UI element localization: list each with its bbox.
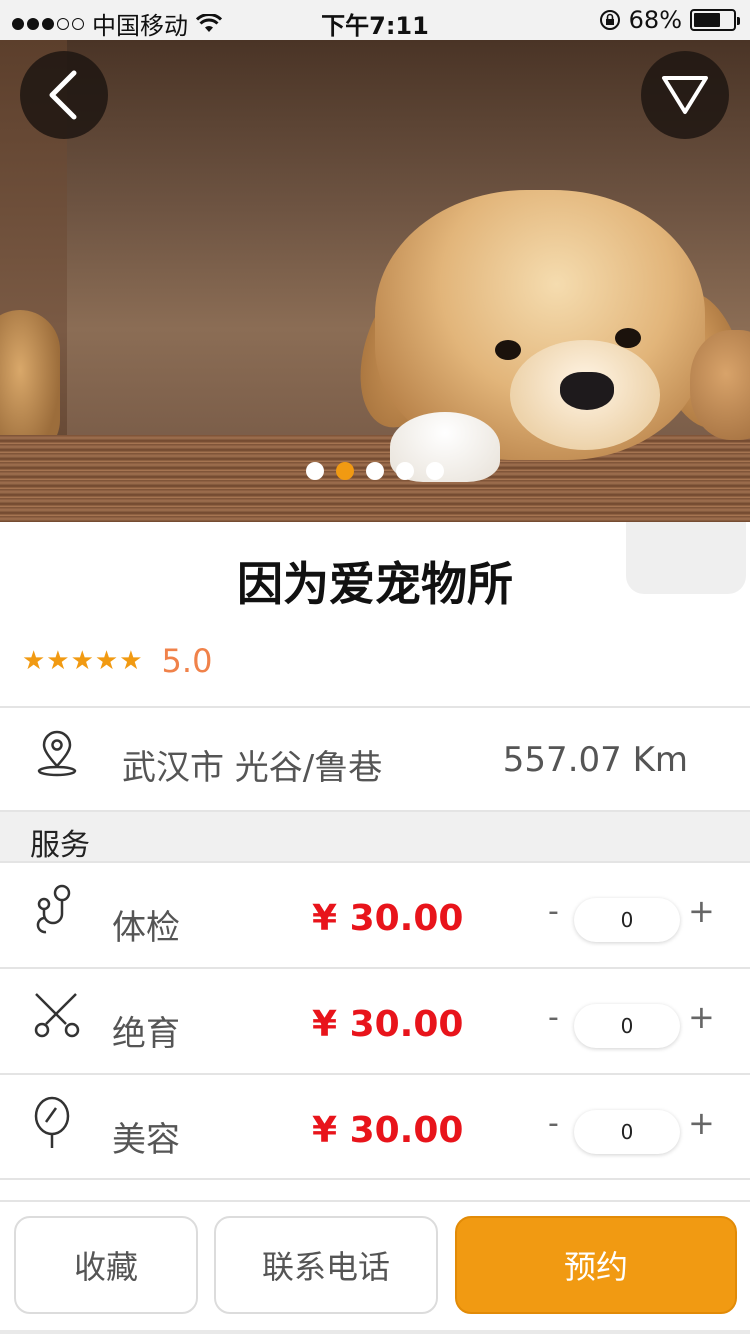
service-row: 体检 ¥ 30.00 - 0 + [0,864,750,968]
bottom-edge [0,1330,750,1334]
stethoscope-icon [32,884,78,942]
decrement-button[interactable]: - [548,1000,559,1035]
status-right: 68% [599,6,740,34]
services-section-header [0,812,750,862]
increment-button[interactable]: + [688,998,715,1036]
book-button[interactable]: 预约 [455,1216,737,1314]
shop-location[interactable]: 武汉市 光谷/鲁巷 [122,740,382,789]
mirror-icon [32,1096,76,1156]
increment-button[interactable]: + [688,892,715,930]
divider [0,861,750,863]
service-row: 绝育 ¥ 30.00 - 0 + [0,970,750,1074]
decrement-button[interactable]: - [548,894,559,929]
shop-name: 因为爱宠物所 [237,557,513,611]
quantity-field[interactable]: 0 [574,1004,680,1048]
carousel-dot[interactable] [366,462,384,480]
shop-distance: 557.07 Km [502,740,688,780]
service-name: 美容 [112,1120,180,1160]
dropdown-button[interactable] [641,51,729,139]
battery-percent: 68% [628,6,682,34]
rating-value: 5.0 [161,642,213,680]
star-rating-icon: ★★★★★ [22,646,144,676]
status-bar: 中国移动 下午7:11 68% [0,0,750,40]
scissors-icon [32,990,82,1044]
service-row: 美容 ¥ 30.00 - 0 + [0,1076,750,1180]
dog-nose [560,372,614,410]
carousel-dot[interactable] [306,462,324,480]
quantity-field[interactable]: 0 [574,898,680,942]
carousel-dot[interactable] [426,462,444,480]
carousel-indicators [0,462,750,480]
favorite-button[interactable]: 收藏 [14,1216,198,1314]
decrement-button[interactable]: - [548,1106,559,1141]
divider [0,1178,750,1180]
divider [0,706,750,708]
hero-carousel[interactable] [0,40,750,522]
location-pin-icon [36,730,78,782]
carousel-dot[interactable] [396,462,414,480]
dog-eye [495,340,521,360]
divider [0,967,750,969]
rotation-lock-icon [599,10,620,30]
battery-icon [690,9,740,31]
quantity-field[interactable]: 0 [574,1110,680,1154]
dog-eye [615,328,641,348]
increment-button[interactable]: + [688,1104,715,1142]
divider [0,1073,750,1075]
service-name: 体检 [112,908,180,948]
service-name: 绝育 [112,1014,180,1054]
triangle-down-icon [662,76,708,114]
battery-level [694,13,720,27]
service-price: ¥ 30.00 [312,1110,464,1151]
services-section-label: 服务 [30,828,90,863]
contact-phone-button[interactable]: 联系电话 [214,1216,438,1314]
back-button[interactable] [20,51,108,139]
carousel-dot[interactable] [336,462,354,480]
rating-row: ★★★★★ 5.0 [22,642,212,680]
service-price: ¥ 30.00 [312,898,464,939]
chevron-left-icon [49,70,77,120]
service-price: ¥ 30.00 [312,1004,464,1045]
